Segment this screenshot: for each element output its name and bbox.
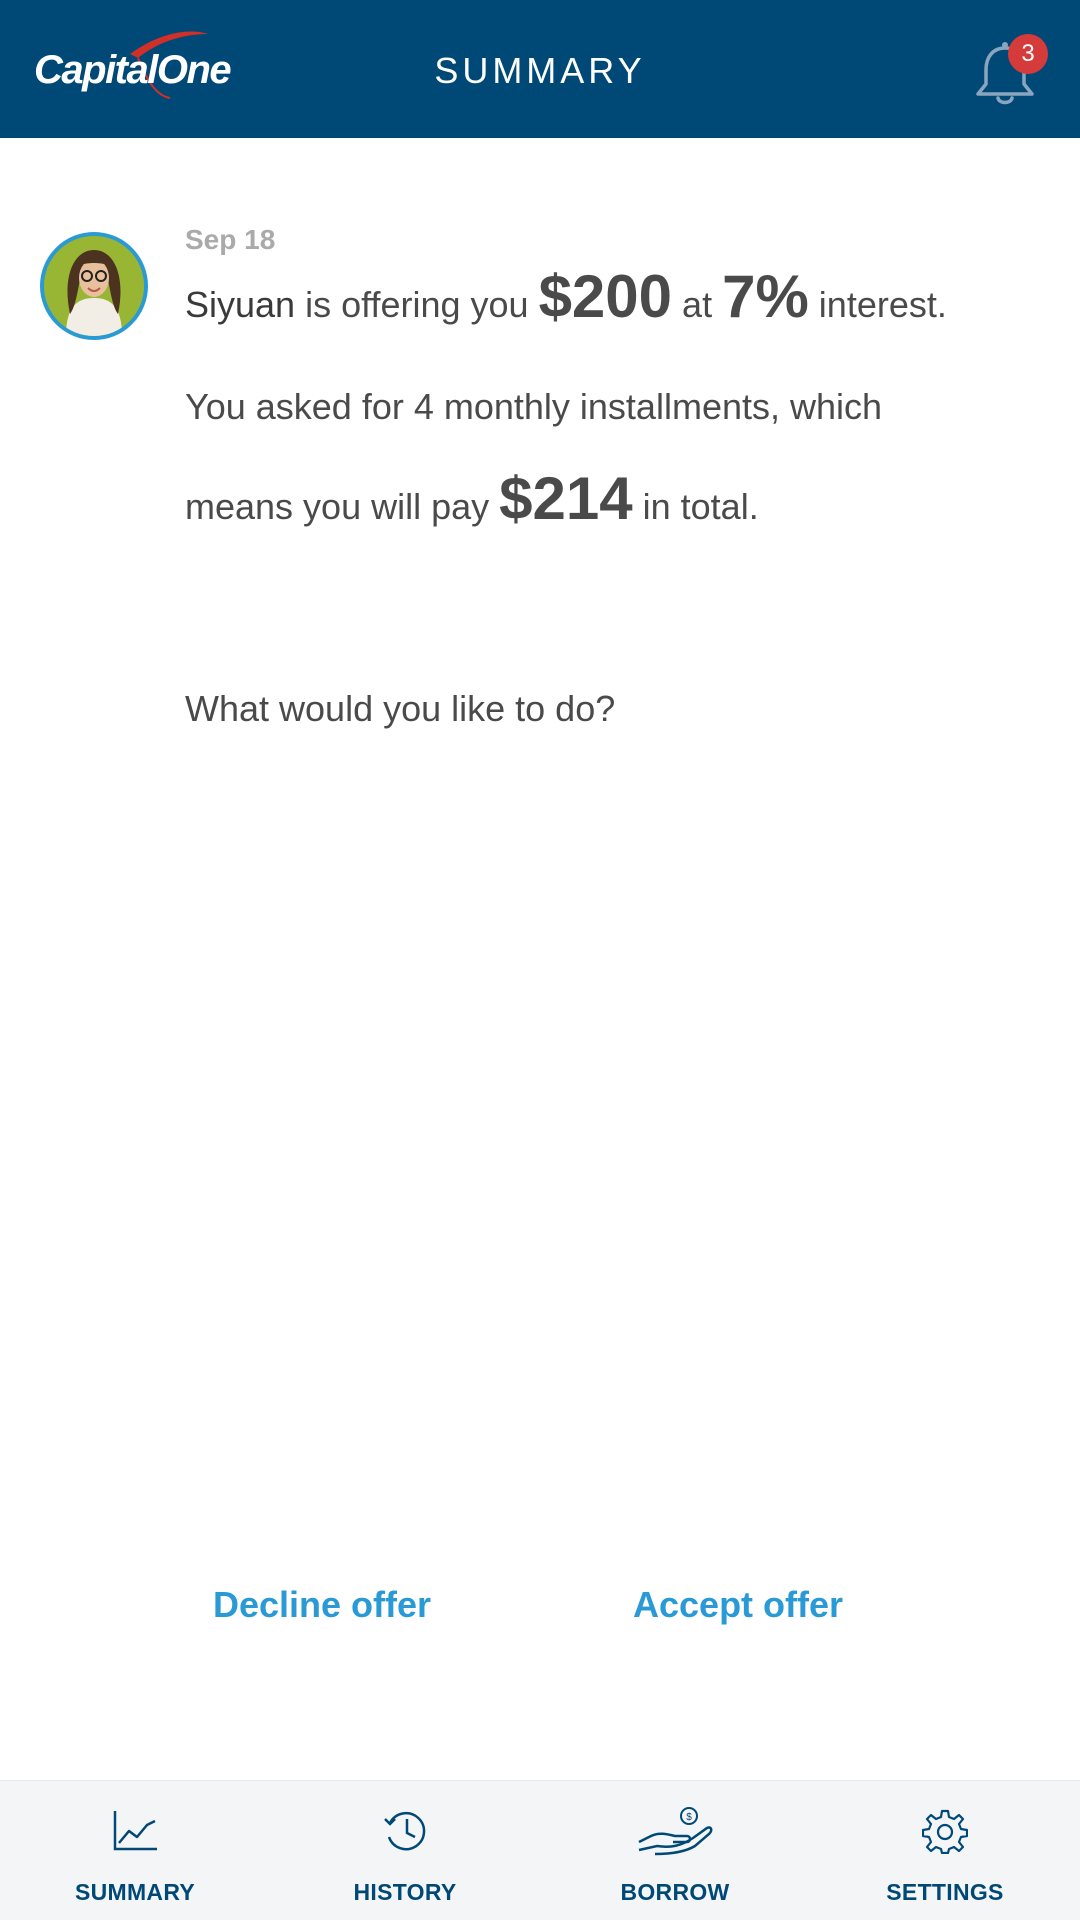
accept-offer-button[interactable]: Accept offer <box>633 1584 843 1626</box>
hand-coin-icon: $ <box>638 1807 713 1856</box>
offer-amount: $200 <box>538 263 673 330</box>
decline-offer-button[interactable]: Decline offer <box>213 1584 431 1626</box>
tab-borrow[interactable]: $ BORROW <box>540 1781 810 1921</box>
total-line: means you will pay $214 in total. <box>185 464 759 533</box>
svg-text:$: $ <box>686 1812 692 1823</box>
total-amount: $214 <box>499 465 633 532</box>
user-avatar-icon <box>44 236 144 336</box>
lender-name: Siyuan <box>185 284 296 325</box>
page-title: SUMMARY <box>434 50 646 91</box>
interest-text: interest. <box>808 284 947 325</box>
installments-text: You asked for 4 monthly installments, wh… <box>185 386 883 427</box>
history-clock-icon <box>384 1811 426 1851</box>
at-text: at <box>672 284 723 325</box>
offering-text: is offering you <box>295 284 539 325</box>
tab-summary[interactable]: SUMMARY <box>0 1781 270 1921</box>
offer-date: Sep 18 <box>185 224 276 255</box>
offer-summary-line: Siyuan is offering you $200 at 7% intere… <box>185 262 947 331</box>
lender-avatar[interactable] <box>40 232 148 340</box>
bottom-tab-bar: SUMMARY HISTORY $ BORROW SETTINGS <box>0 1780 1080 1920</box>
pay-prefix: means you will pay <box>185 486 500 527</box>
offer-actions: Decline offer Accept offer <box>0 1584 1080 1634</box>
line-chart-icon <box>113 1811 157 1851</box>
notification-badge: 3 <box>1008 34 1048 74</box>
pay-suffix: in total. <box>632 486 759 527</box>
app-header: CapitalOne SUMMARY 3 <box>0 0 1080 138</box>
tab-history-label: HISTORY <box>353 1879 457 1905</box>
action-prompt: What would you like to do? <box>185 688 616 729</box>
gear-icon <box>922 1809 968 1854</box>
tab-settings[interactable]: SETTINGS <box>810 1781 1080 1921</box>
tab-borrow-label: BORROW <box>620 1879 730 1905</box>
tab-history[interactable]: HISTORY <box>270 1781 540 1921</box>
interest-rate: 7% <box>722 263 809 330</box>
tab-summary-label: SUMMARY <box>74 1879 196 1905</box>
tab-settings-label: SETTINGS <box>886 1879 1004 1905</box>
